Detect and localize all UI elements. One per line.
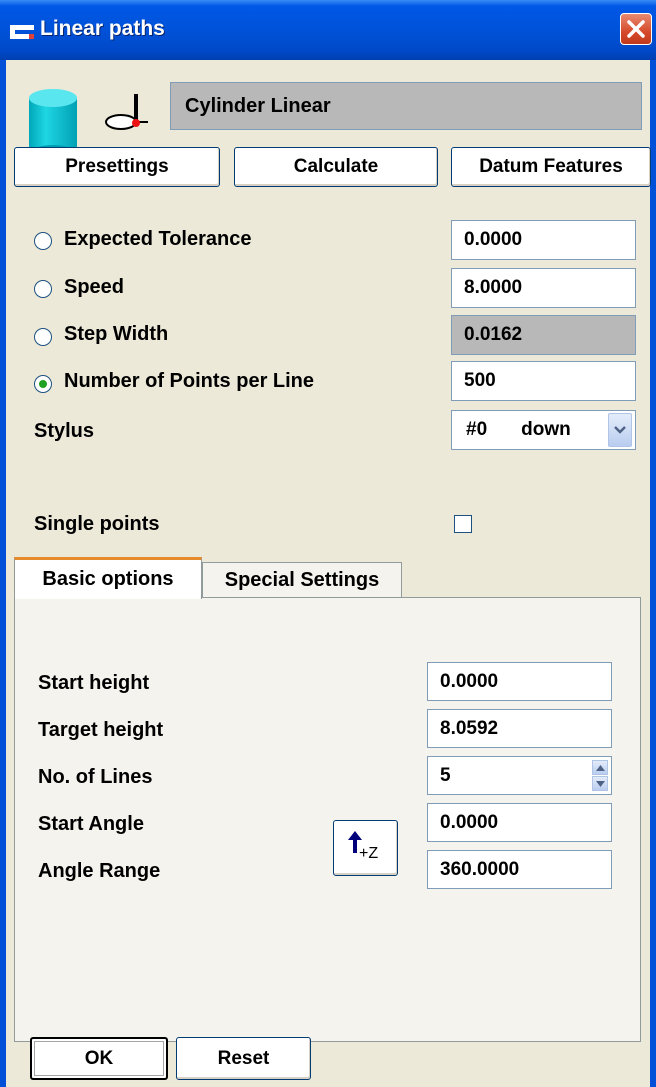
step-width-label: Step Width (64, 323, 169, 345)
points-per-line-label: Number of Points per Line (64, 370, 315, 392)
lines-label: No. of Lines (38, 766, 153, 788)
points-per-line-field[interactable]: 500 (451, 361, 636, 401)
target-height-field[interactable]: 8.0592 (427, 709, 612, 748)
window-frame-left (0, 60, 6, 1087)
angle-range-field[interactable]: 360.0000 (427, 850, 612, 889)
window-frame-right (650, 60, 656, 1087)
angle-range-label: Angle Range (38, 860, 161, 882)
single-points-checkbox[interactable] (454, 515, 472, 533)
start-angle-label: Start Angle (38, 813, 144, 835)
presettings-button[interactable]: Presettings (14, 147, 220, 187)
speed-label: Speed (64, 276, 125, 298)
lines-stepper[interactable]: 5 (427, 756, 612, 795)
close-button[interactable] (620, 13, 652, 45)
stylus-dropdown-button[interactable] (608, 413, 632, 447)
reset-button[interactable]: Reset (176, 1037, 311, 1080)
window-title: Linear paths (40, 17, 165, 40)
path-name-field[interactable]: Cylinder Linear (170, 82, 642, 130)
close-icon (627, 20, 645, 38)
lines-decrement-button[interactable] (592, 776, 608, 791)
tab-special-settings[interactable]: Special Settings (202, 562, 402, 598)
start-height-label: Start height (38, 672, 150, 694)
ok-button[interactable]: OK (30, 1037, 168, 1080)
chevron-up-icon (595, 764, 605, 771)
datum-features-button[interactable]: Datum Features (451, 147, 651, 187)
single-points-label: Single points (34, 513, 160, 535)
chevron-down-icon (614, 426, 626, 434)
step-width-field: 0.0162 (451, 315, 636, 355)
direction-z-button[interactable]: +Z (333, 820, 398, 876)
start-height-field[interactable]: 0.0000 (427, 662, 612, 701)
expected-tolerance-field[interactable]: 0.0000 (451, 220, 636, 260)
title-bar: Linear paths (0, 0, 656, 60)
probe-icon (105, 94, 148, 130)
calculate-button[interactable]: Calculate (234, 147, 438, 187)
window-icon (10, 25, 34, 39)
speed-radio[interactable] (34, 280, 52, 298)
expected-tolerance-label: Expected Tolerance (64, 228, 252, 250)
direction-z-label: +Z (359, 845, 379, 862)
expected-tolerance-radio[interactable] (34, 232, 52, 250)
lines-increment-button[interactable] (592, 760, 608, 775)
target-height-label: Target height (38, 719, 164, 741)
stylus-direction: down (521, 419, 571, 440)
stylus-label: Stylus (34, 420, 95, 442)
start-angle-field[interactable]: 0.0000 (427, 803, 612, 842)
points-per-line-radio[interactable] (34, 375, 52, 393)
tab-basic-options[interactable]: Basic options (14, 557, 202, 599)
speed-field[interactable]: 8.0000 (451, 268, 636, 308)
stylus-number: #0 (466, 419, 488, 440)
step-width-radio[interactable] (34, 328, 52, 346)
chevron-down-icon (595, 780, 605, 787)
